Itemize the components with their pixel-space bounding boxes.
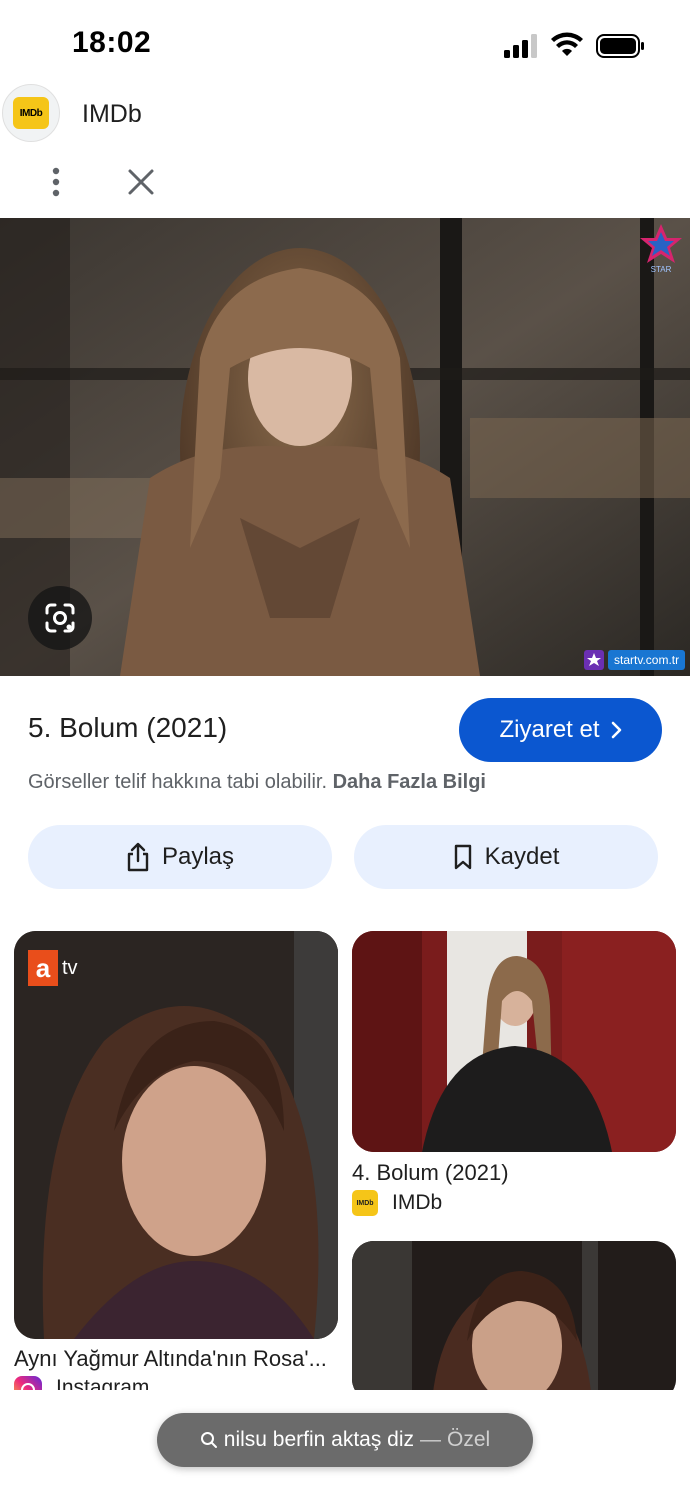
result-source[interactable]: IMDb IMDb [352, 1190, 442, 1216]
status-bar: 18:02 [0, 0, 690, 90]
startv-text: startv.com.tr [608, 650, 686, 670]
save-label: Kaydet [484, 843, 560, 870]
result-thumbnail[interactable] [352, 1241, 676, 1401]
viewer-toolbar [0, 150, 690, 214]
atv-logo: a tv [28, 950, 78, 986]
share-button[interactable]: Paylaş [28, 825, 332, 889]
status-time: 18:02 [72, 26, 152, 59]
share-label: Paylaş [161, 843, 235, 870]
copyright-notice: Görseller telif hakkına tabi olabilir. D… [28, 771, 486, 794]
search-pill[interactable]: nilsu berfin aktaş diz — Özel [157, 1413, 533, 1467]
imdb-logo: IMDb [13, 97, 49, 129]
visit-button[interactable]: Ziyaret et [459, 698, 662, 762]
result-thumbnail[interactable] [14, 931, 338, 1339]
search-mode: Özel [447, 1428, 491, 1451]
more-vert-icon [52, 167, 60, 197]
signal-icon [504, 34, 537, 58]
learn-more-link[interactable]: Daha Fazla Bilgi [333, 771, 486, 793]
site-header: IMDb IMDb [0, 84, 690, 144]
startv-icon [584, 650, 604, 670]
site-favicon[interactable]: IMDb [2, 84, 60, 142]
star-tv-logo: STAR [640, 224, 682, 274]
result-caption[interactable]: Aynı Yağmur Altında'nın Rosa'... [14, 1346, 327, 1372]
result-thumbnail[interactable] [352, 931, 676, 1152]
wifi-icon [551, 32, 583, 56]
svg-text:STAR: STAR [651, 265, 672, 274]
result-source[interactable]: Instagram [14, 1376, 149, 1390]
source-name: Instagram [56, 1376, 150, 1390]
imdb-icon: IMDb [352, 1190, 378, 1216]
source-name: IMDb [392, 1191, 443, 1214]
image-title: 5. Bolum (2021) [28, 712, 228, 743]
bookmark-icon [454, 844, 471, 870]
share-icon [127, 842, 149, 872]
close-icon [128, 169, 154, 195]
search-separator: — [420, 1428, 442, 1451]
main-image[interactable] [0, 218, 690, 676]
site-name[interactable]: IMDb [82, 100, 142, 129]
result-caption[interactable]: 4. Bolum (2021) [352, 1160, 509, 1186]
google-lens-button[interactable] [28, 586, 92, 650]
close-button[interactable] [118, 160, 164, 204]
copyright-text: Görseller telif hakkına tabi olabilir. [28, 771, 328, 793]
startv-watermark: startv.com.tr [584, 648, 686, 672]
lens-icon [45, 603, 75, 633]
more-options-button[interactable] [36, 160, 76, 204]
instagram-icon [14, 1376, 42, 1390]
save-button[interactable]: Kaydet [354, 825, 658, 889]
search-icon [200, 1432, 217, 1448]
chevron-right-icon [611, 721, 621, 739]
search-query: nilsu berfin aktaş diz [223, 1428, 415, 1451]
battery-icon [596, 34, 644, 58]
visit-label: Ziyaret et [499, 716, 600, 743]
